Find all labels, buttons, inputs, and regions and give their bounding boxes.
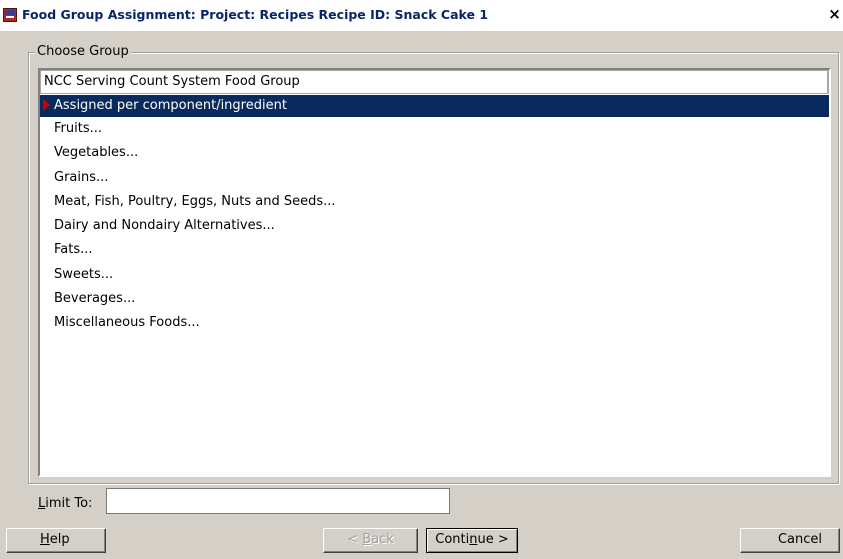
- continue-button[interactable]: Continue >: [426, 528, 518, 553]
- back-prefix: <: [347, 532, 363, 547]
- limit-to-label-rest: imit To:: [45, 496, 93, 511]
- list-item-label: Dairy and Nondairy Alternatives...: [54, 218, 275, 234]
- column-header[interactable]: NCC Serving Count System Food Group: [40, 70, 829, 94]
- list-item-label: Grains...: [54, 169, 109, 185]
- list-item[interactable]: Assigned per component/ingredient: [40, 95, 829, 117]
- list-item[interactable]: Grains...: [40, 166, 829, 190]
- limit-to-label: Limit To:: [38, 495, 92, 513]
- list-item-label: Sweets...: [54, 266, 114, 282]
- list-item-label: Miscellaneous Foods...: [54, 315, 200, 331]
- title-bar: Food Group Assignment: Project: Recipes …: [0, 0, 843, 31]
- list-item-label: Assigned per component/ingredient: [54, 98, 287, 113]
- back-accel: B: [362, 532, 372, 547]
- choose-group-label: Choose Group: [35, 44, 131, 60]
- list-item[interactable]: Sweets...: [40, 263, 829, 287]
- list-item-label: Beverages...: [54, 291, 136, 307]
- list-item[interactable]: Meat, Fish, Poultry, Eggs, Nuts and Seed…: [40, 190, 829, 214]
- help-accel: H: [40, 532, 50, 547]
- continue-label-pre: Conti: [435, 532, 470, 547]
- list-item-label: Meat, Fish, Poultry, Eggs, Nuts and Seed…: [54, 193, 336, 209]
- current-row-arrow-icon: [43, 99, 50, 111]
- list-item-label: Vegetables...: [54, 145, 139, 161]
- help-button[interactable]: Help: [6, 528, 106, 553]
- close-icon[interactable]: ×: [826, 4, 843, 24]
- food-group-dialog: Food Group Assignment: Project: Recipes …: [0, 0, 843, 559]
- limit-to-input[interactable]: [106, 488, 450, 514]
- list-item[interactable]: Fruits...: [40, 117, 829, 141]
- list-rows: Assigned per component/ingredient Fruits…: [40, 95, 829, 336]
- list-item[interactable]: Beverages...: [40, 287, 829, 311]
- list-item[interactable]: Miscellaneous Foods...: [40, 311, 829, 335]
- cancel-button[interactable]: Cancel: [740, 528, 840, 553]
- app-icon: [3, 8, 17, 22]
- list-item[interactable]: Dairy and Nondairy Alternatives...: [40, 214, 829, 238]
- food-group-list[interactable]: NCC Serving Count System Food Group Assi…: [38, 68, 831, 477]
- list-item[interactable]: Vegetables...: [40, 141, 829, 165]
- list-item-label: Fats...: [54, 242, 93, 258]
- back-label-rest: ack: [371, 532, 394, 547]
- back-button[interactable]: < Back: [323, 528, 418, 553]
- list-item-label: Fruits...: [54, 121, 102, 136]
- window-title: Food Group Assignment: Project: Recipes …: [22, 7, 489, 22]
- help-label-rest: elp: [49, 532, 70, 547]
- list-item[interactable]: Fats...: [40, 238, 829, 262]
- continue-label-rest: ue >: [477, 532, 509, 547]
